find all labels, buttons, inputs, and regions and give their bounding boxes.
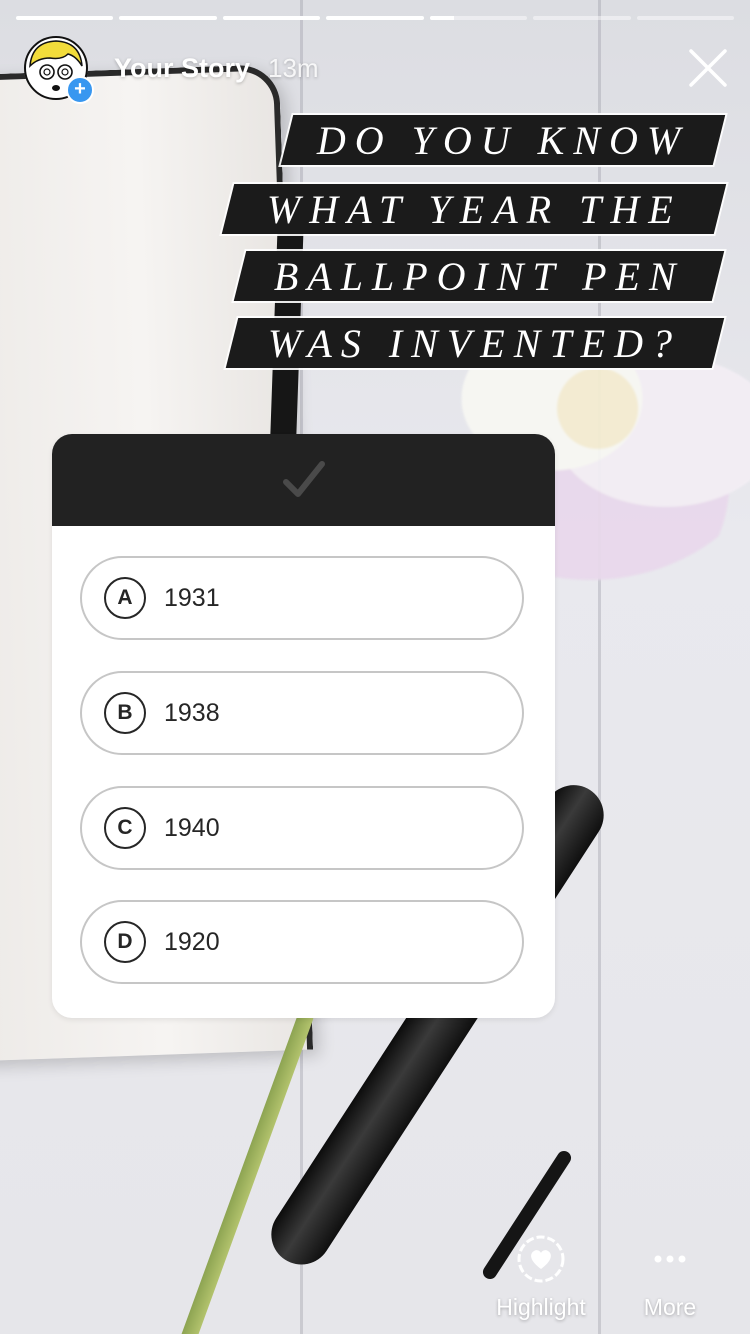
quiz-option-d[interactable]: D 1920	[80, 900, 524, 984]
option-text: 1938	[164, 698, 220, 727]
quiz-sticker-card: A 1931 B 1938 C 1940 D 1920	[52, 434, 555, 1018]
quiz-option-c[interactable]: C 1940	[80, 786, 524, 870]
option-letter-badge: B	[104, 692, 146, 734]
checkmark-icon	[282, 461, 325, 497]
question-text-line: WHAT YEAR THE	[221, 184, 727, 234]
flower-stem-image	[177, 1007, 316, 1334]
progress-segment	[119, 16, 217, 20]
option-letter-badge: C	[104, 807, 146, 849]
option-text: 1940	[164, 813, 220, 842]
progress-segment	[636, 16, 734, 20]
progress-segment	[533, 16, 631, 20]
option-letter-badge: D	[104, 921, 146, 963]
story-header: + Your Story 13m	[24, 36, 319, 104]
question-text-line: WAS INVENTED?	[225, 318, 725, 368]
quiz-option-b[interactable]: B 1938	[80, 671, 524, 755]
question-text-line: DO YOU KNOW	[280, 115, 726, 165]
question-text-line: BALLPOINT PEN	[233, 251, 725, 301]
progress-segment	[222, 16, 321, 20]
option-text: 1931	[164, 583, 220, 612]
story-username[interactable]: Your Story	[114, 53, 250, 84]
story-timestamp: 13m	[268, 52, 319, 83]
progress-segment	[429, 16, 528, 20]
option-text: 1920	[164, 927, 220, 956]
option-letter-badge: A	[104, 577, 146, 619]
heart-circle-icon	[517, 1235, 565, 1283]
add-story-plus-icon[interactable]: +	[66, 76, 94, 104]
highlight-label: Highlight	[496, 1294, 586, 1320]
quiz-header	[52, 434, 555, 526]
progress-segment	[326, 16, 424, 20]
more-label: More	[643, 1294, 697, 1320]
more-dots-icon	[654, 1255, 686, 1263]
close-button[interactable]	[688, 48, 728, 88]
progress-segment	[16, 16, 114, 20]
more-button[interactable]: More	[630, 1234, 710, 1321]
story-progress-bar	[16, 16, 734, 20]
close-icon	[689, 49, 727, 87]
quiz-option-a[interactable]: A 1931	[80, 556, 524, 640]
avatar[interactable]: +	[24, 36, 94, 104]
highlight-button[interactable]: Highlight	[492, 1234, 590, 1321]
